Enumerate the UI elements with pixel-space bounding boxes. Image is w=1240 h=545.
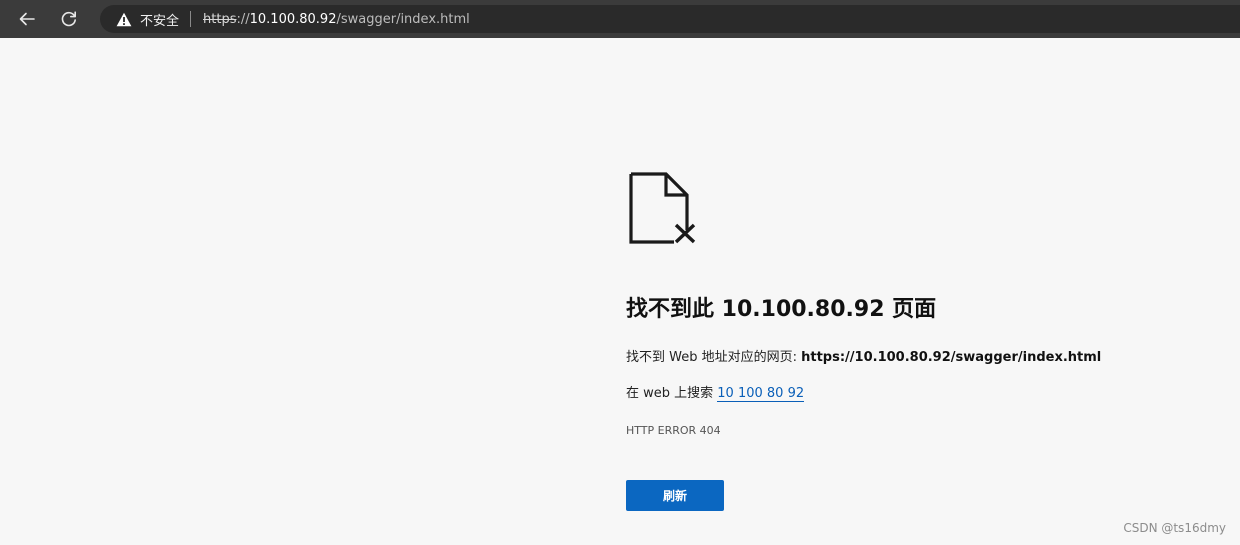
error-description-prefix: 找不到 Web 地址对应的网页: — [626, 350, 802, 365]
url-separator: :// — [236, 11, 250, 27]
search-suggestion-prefix: 在 web 上搜索 — [626, 386, 718, 401]
error-url: https://10.100.80.92/swagger/index.html — [801, 350, 1102, 365]
back-arrow-icon — [19, 12, 35, 26]
back-button[interactable] — [12, 4, 42, 34]
watermark: CSDN @ts16dmy — [1123, 521, 1226, 535]
url-scheme: https — [203, 11, 237, 27]
error-title: 找不到此 10.100.80.92 页面 — [626, 297, 937, 322]
reload-button[interactable] — [54, 4, 84, 34]
url-text[interactable]: https://10.100.80.92/swagger/index.html — [203, 12, 470, 27]
refresh-button[interactable]: 刷新 — [626, 480, 724, 511]
document-x-icon — [629, 172, 696, 244]
address-bar[interactable]: 不安全 https://10.100.80.92/swagger/index.h… — [100, 5, 1240, 33]
search-suggestion: 在 web 上搜索 10 100 80 92 — [626, 382, 805, 402]
warning-icon[interactable] — [116, 11, 132, 27]
address-divider — [190, 11, 192, 27]
security-status-label[interactable]: 不安全 — [140, 10, 179, 29]
error-code: HTTP ERROR 404 — [626, 424, 721, 437]
reload-icon — [61, 11, 76, 27]
url-host: 10.100.80.92 — [249, 11, 337, 27]
search-link[interactable]: 10 100 80 92 — [717, 386, 805, 402]
error-description: 找不到 Web 地址对应的网页: https://10.100.80.92/sw… — [626, 346, 1101, 365]
url-path: /swagger/index.html — [336, 11, 470, 27]
browser-toolbar: 不安全 https://10.100.80.92/swagger/index.h… — [0, 0, 1240, 38]
